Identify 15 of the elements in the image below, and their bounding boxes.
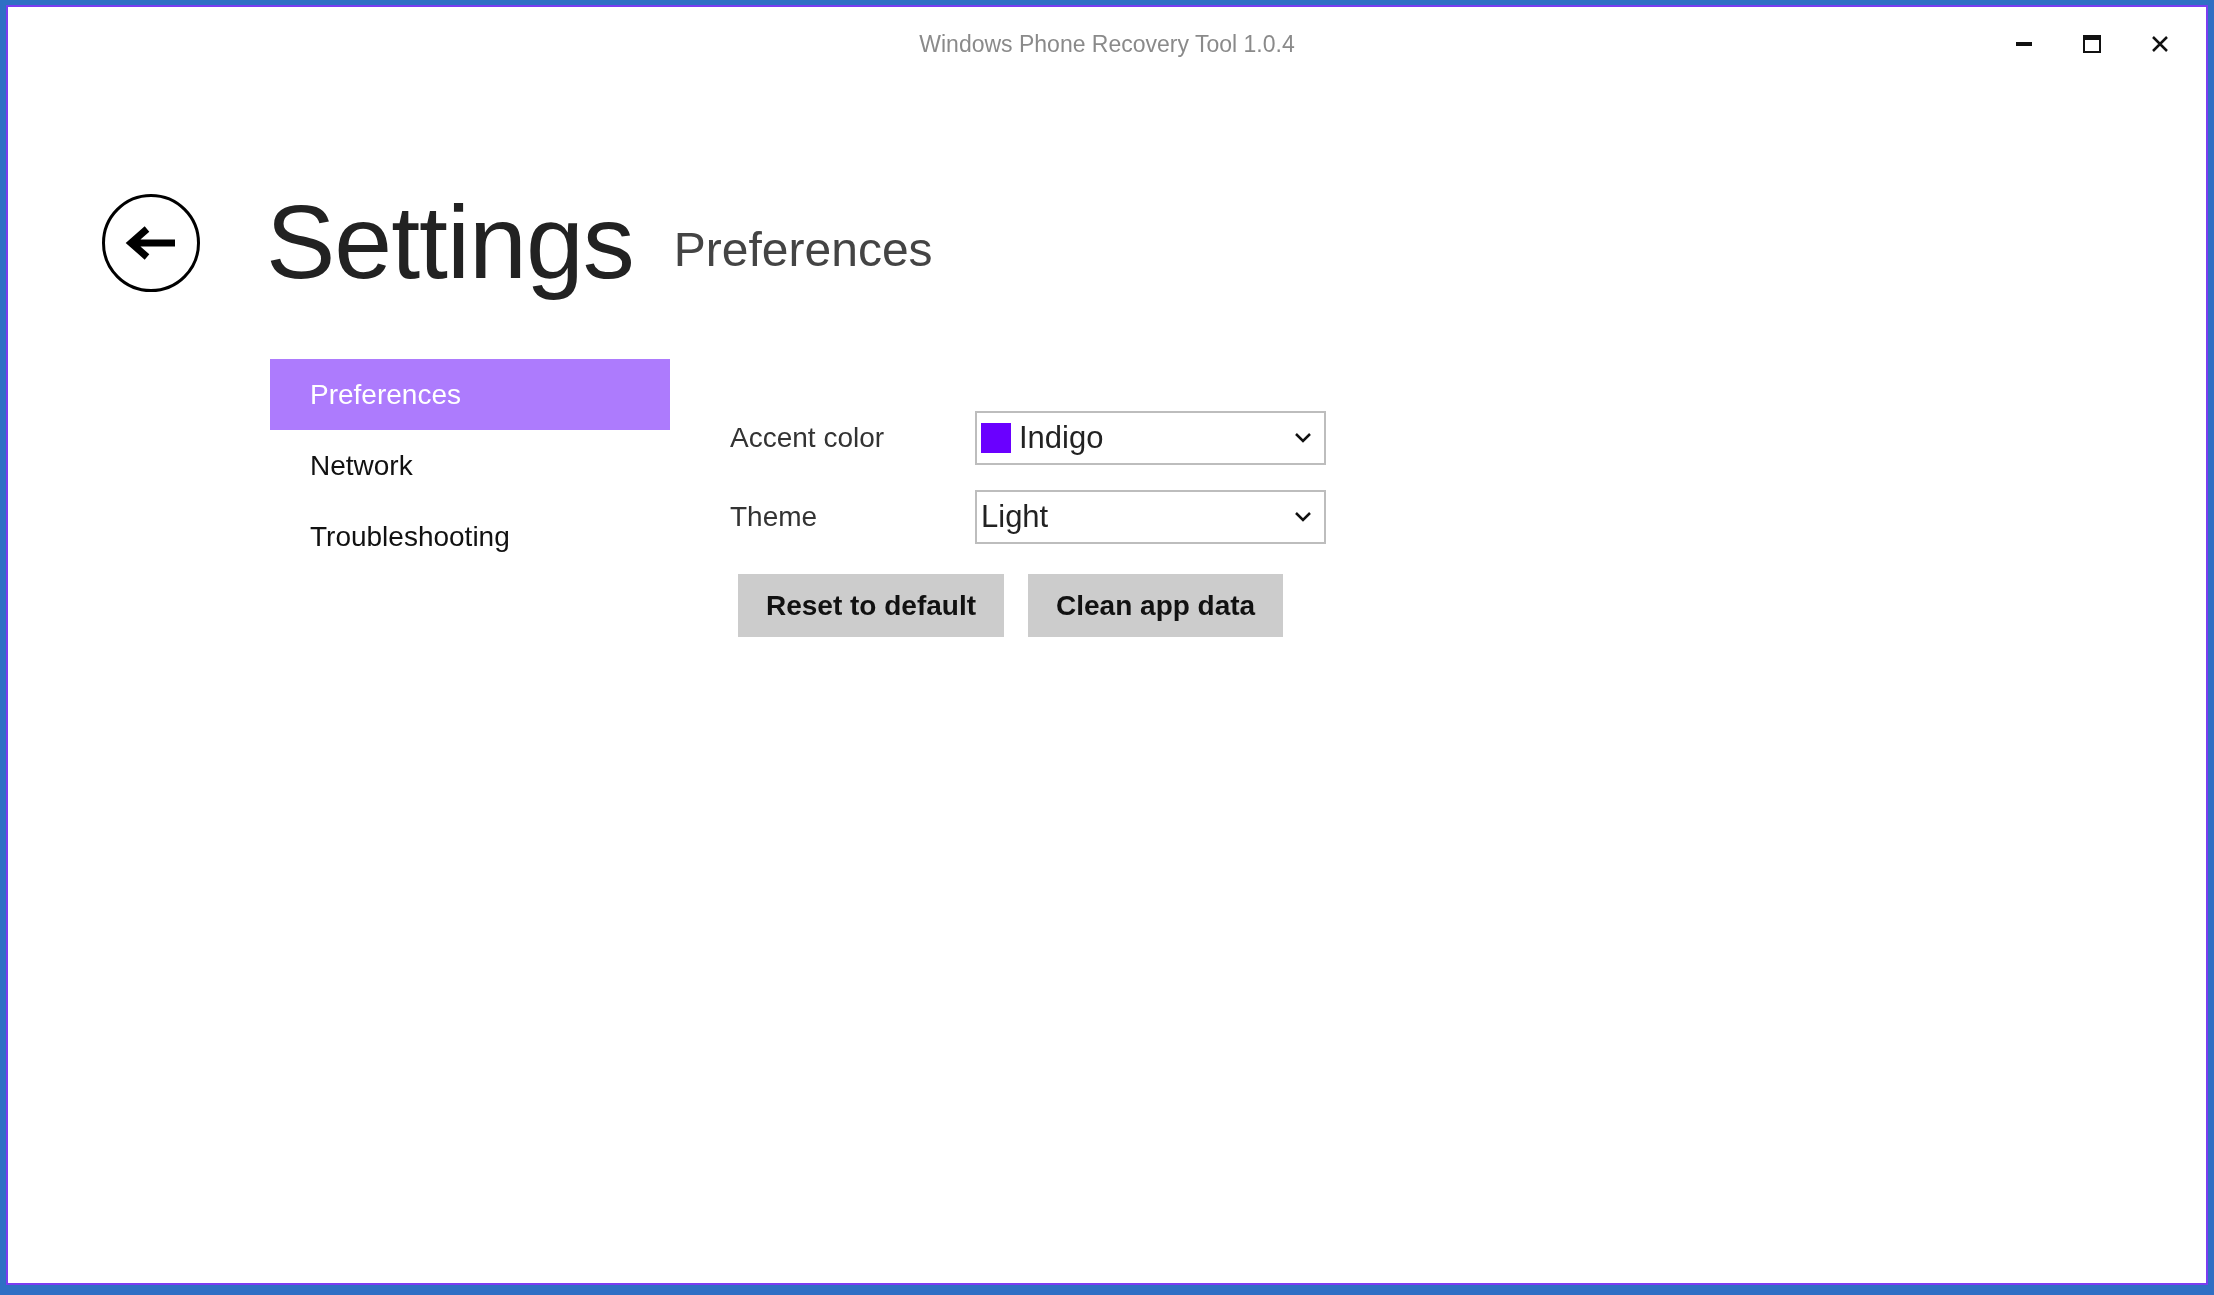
maximize-icon: [2083, 35, 2101, 53]
chevron-down-icon: [1294, 432, 1312, 444]
action-button[interactable]: Reset to default: [738, 574, 1005, 637]
close-icon: [2152, 36, 2168, 52]
action-button[interactable]: Clean app data: [1028, 574, 1284, 637]
page-title: Settings: [266, 183, 634, 303]
dropdown[interactable]: Indigo: [975, 411, 1326, 465]
page-subtitle: Preferences: [673, 222, 933, 279]
field-label: Theme: [730, 500, 819, 534]
minimize-icon: [2016, 42, 2032, 46]
window-title: Windows Phone Recovery Tool 1.0.4: [919, 29, 1295, 59]
back-button[interactable]: [102, 194, 200, 292]
chevron-down-icon: [1294, 511, 1312, 523]
field-label: Accent color: [730, 421, 886, 455]
dropdown[interactable]: Light: [975, 490, 1326, 544]
